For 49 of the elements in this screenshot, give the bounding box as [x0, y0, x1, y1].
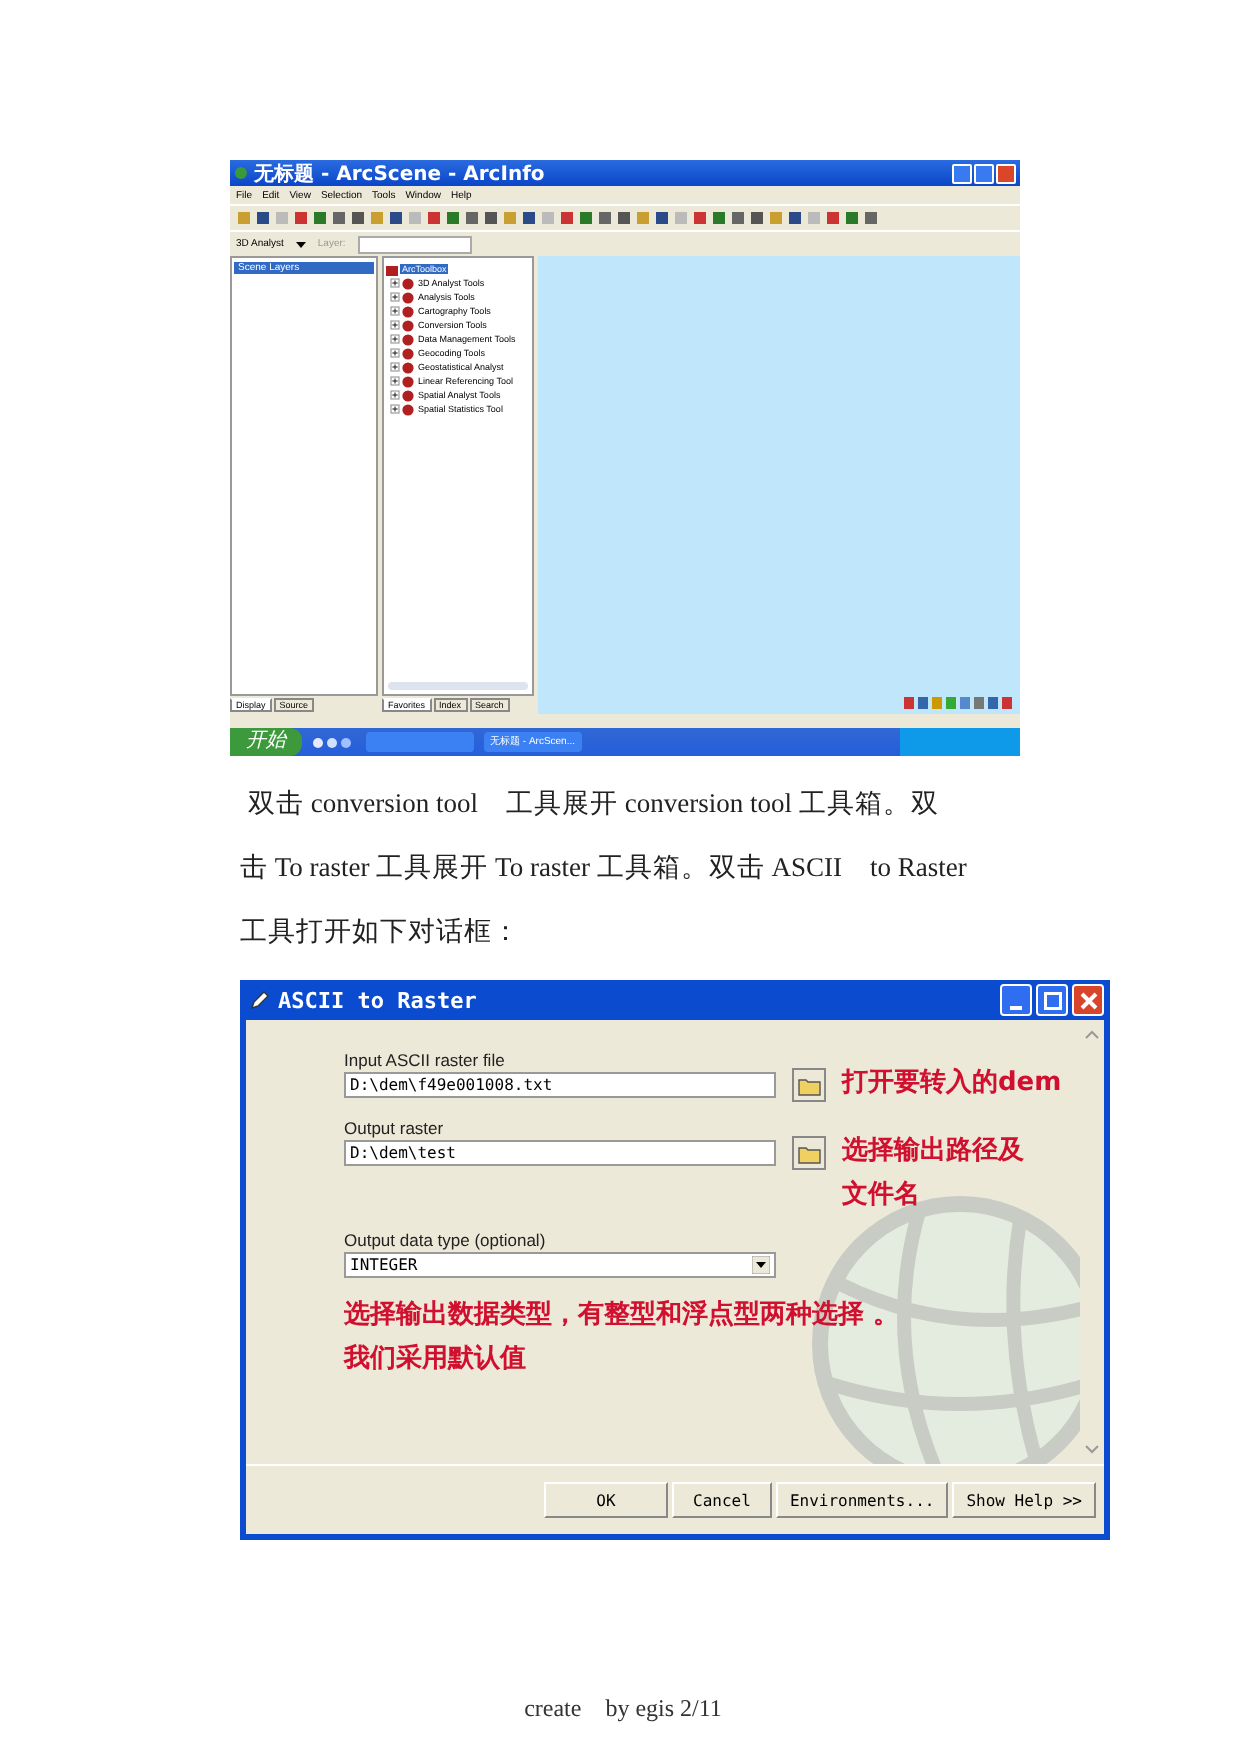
annotation-text: 选择输出数据类型，有整型和浮点型两种选择 。: [344, 1298, 902, 1334]
field-label: Output data type (optional): [344, 1228, 548, 1252]
window-title: 无标题 - ArcScene - ArcInfo: [254, 161, 545, 187]
minimize-button[interactable]: [1000, 984, 1032, 1016]
close-button[interactable]: [996, 163, 1016, 183]
maximize-button[interactable]: [974, 163, 994, 183]
annotation-text: 我们采用默认值: [344, 1341, 528, 1378]
expander-icon[interactable]: [390, 320, 400, 330]
navigation-toolbar-drawing: [904, 696, 1016, 710]
dialog-button[interactable]: Cancel: [671, 1482, 772, 1518]
field-label: Input ASCII raster file: [344, 1048, 507, 1072]
close-icon: [1079, 991, 1097, 1009]
quick-launch-icons-drawing: [312, 735, 356, 749]
scrollbar[interactable]: [388, 682, 528, 690]
expander-icon[interactable]: [390, 390, 400, 400]
dialog-title: ASCII to Raster: [278, 987, 477, 1013]
maximize-icon: [1043, 991, 1061, 1009]
pencil-icon: [250, 990, 270, 1010]
close-button[interactable]: [1072, 984, 1104, 1016]
folder-icon: [797, 1143, 821, 1163]
system-tray: [900, 728, 1020, 756]
expander-icon[interactable]: [390, 348, 400, 358]
expander-icon[interactable]: [390, 292, 400, 302]
instruction-paragraph: 双击 conversion tool 工具展开 conversion tool 工具箱。双 击 To raster 工具展开 To raster 工具箱。双击 ASCII to Raster 工具打开如下对话框：: [240, 786, 969, 950]
folder-icon: [797, 1075, 821, 1095]
dialog-button[interactable]: OK: [543, 1482, 668, 1518]
dialog-button[interactable]: Environments...: [775, 1482, 949, 1518]
expander-icon[interactable]: [390, 404, 400, 414]
minimize-button[interactable]: [952, 163, 972, 183]
expander-icon[interactable]: [390, 334, 400, 344]
maximize-button[interactable]: [1036, 984, 1068, 1016]
minimize-icon: [1010, 1006, 1022, 1010]
annotation-text: 选择输出路径及 文件名: [842, 1134, 1024, 1214]
input-field[interactable]: D:\dem\test: [344, 1140, 776, 1166]
browse-button[interactable]: [792, 1136, 826, 1170]
annotation-text: 打开要转入的dem: [842, 1065, 1062, 1102]
field-label: Output raster: [344, 1116, 446, 1140]
expander-icon[interactable]: [390, 376, 400, 386]
dropdown-arrow-icon: [752, 1256, 770, 1274]
expander-icon[interactable]: [390, 278, 400, 288]
start-button[interactable]: 开始: [230, 728, 302, 756]
page-footer: create by egis 2/11: [0, 1692, 1246, 1726]
input-field[interactable]: D:\dem\f49e001008.txt: [344, 1072, 776, 1098]
browse-button[interactable]: [792, 1068, 826, 1102]
dialog-button[interactable]: Show Help >>: [952, 1482, 1096, 1518]
caret-icon: [295, 241, 306, 247]
expander-icon[interactable]: [390, 362, 400, 372]
expander-icon[interactable]: [390, 306, 400, 316]
dropdown-field[interactable]: INTEGER: [344, 1252, 776, 1278]
